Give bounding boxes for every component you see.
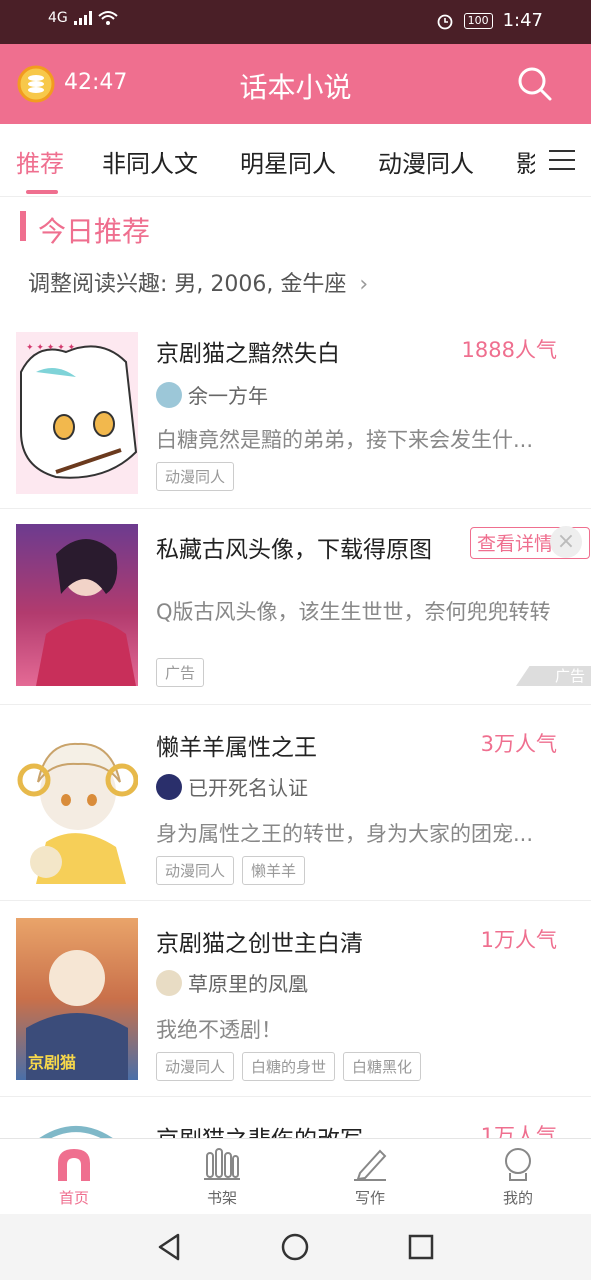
book-tag[interactable]: 动漫同人 bbox=[156, 856, 235, 885]
clock: 1:47 bbox=[502, 10, 543, 31]
alarm-icon bbox=[437, 14, 452, 29]
home-icon bbox=[58, 1149, 90, 1181]
book-tag[interactable]: 白糖黑化 bbox=[343, 1052, 422, 1081]
book-popularity: 3万人气 bbox=[480, 732, 557, 756]
category-tabs: 推荐 非同人文 明星同人 动漫同人 影视同人 bbox=[0, 124, 591, 197]
bookshelf-icon bbox=[204, 1148, 240, 1180]
nav-bookshelf-label: 书架 bbox=[206, 1189, 237, 1207]
interest-text: 调整阅读兴趣: 男, 2006, 金牛座 bbox=[28, 272, 347, 297]
book-author: 草原里的凤凰 bbox=[156, 968, 308, 997]
book-description: 白糖竟然是黯的弟弟，接下来会发生什... bbox=[156, 428, 534, 452]
book-tag[interactable]: 懒羊羊 bbox=[242, 856, 306, 885]
svg-text:京剧猫: 京剧猫 bbox=[28, 1053, 76, 1072]
signal-indicator: 4G bbox=[48, 10, 118, 26]
ad-description: Q版古风头像，该生生世世，奈何兜兜转转 bbox=[156, 600, 551, 624]
interest-settings-link[interactable]: 调整阅读兴趣: 男, 2006, 金牛座 › bbox=[28, 266, 368, 298]
author-name: 已开死名认证 bbox=[188, 776, 308, 800]
book-description: 身为属性之王的转世，身为大家的团宠... bbox=[156, 822, 534, 846]
ad-tags: 广告 bbox=[156, 658, 205, 687]
nav-bookshelf[interactable]: 书架 bbox=[182, 1147, 262, 1208]
menu-icon bbox=[549, 150, 575, 170]
author-name: 余一方年 bbox=[188, 384, 268, 408]
tab-celebrity[interactable]: 明星同人 bbox=[240, 144, 336, 179]
recents-icon[interactable] bbox=[408, 1234, 434, 1260]
book-cover bbox=[16, 722, 138, 884]
tab-non-fanfic[interactable]: 非同人文 bbox=[102, 144, 198, 179]
book-tag[interactable]: 白糖的身世 bbox=[242, 1052, 336, 1081]
book-cover: ✦ ✦ ✦ ✦ ✦ bbox=[16, 332, 138, 494]
app-title: 话本小说 bbox=[239, 71, 352, 104]
book-tags: 动漫同人 bbox=[156, 462, 235, 491]
book-title: 懒羊羊属性之王 bbox=[156, 735, 317, 761]
svg-text:✦ ✦ ✦ ✦ ✦: ✦ ✦ ✦ ✦ ✦ bbox=[26, 343, 76, 353]
book-title: 京剧猫之黯然失白 bbox=[156, 341, 340, 367]
bottom-nav: 首页 书架 写作 我的 bbox=[0, 1138, 591, 1215]
nav-profile-label: 我的 bbox=[502, 1189, 533, 1207]
book-item[interactable]: 懒羊羊属性之王 3万人气 已开死名认证 身为属性之王的转世，身为大家的团宠...… bbox=[0, 704, 591, 901]
pen-icon bbox=[354, 1149, 387, 1181]
book-tag[interactable]: 动漫同人 bbox=[156, 462, 235, 491]
section-title: 今日推荐 bbox=[38, 215, 151, 248]
book-cover: 京剧猫 bbox=[16, 918, 138, 1080]
signal-icon bbox=[73, 11, 92, 25]
chevron-right-icon: › bbox=[359, 272, 369, 297]
book-tag[interactable]: 动漫同人 bbox=[156, 1052, 235, 1081]
book-title: 京剧猫之创世主白清 bbox=[156, 931, 363, 957]
network-label: 4G bbox=[48, 10, 68, 26]
profile-icon bbox=[505, 1148, 531, 1181]
tab-anime[interactable]: 动漫同人 bbox=[378, 144, 474, 179]
status-bar: 4G 100 1:47 bbox=[0, 0, 591, 44]
book-author: 已开死名认证 bbox=[156, 772, 308, 801]
ad-title: 私藏古风头像，下载得原图 bbox=[156, 537, 432, 563]
book-popularity: 1888人气 bbox=[461, 338, 557, 362]
author-avatar bbox=[156, 381, 182, 408]
book-tags: 动漫同人 懒羊羊 bbox=[156, 856, 306, 885]
active-tab-indicator bbox=[26, 190, 58, 194]
tab-recommend[interactable]: 推荐 bbox=[16, 144, 64, 179]
nav-home[interactable]: 首页 bbox=[34, 1147, 114, 1208]
app-header: 42:47 话本小说 bbox=[0, 44, 591, 124]
book-popularity: 1万人气 bbox=[480, 928, 557, 952]
book-item[interactable]: ✦ ✦ ✦ ✦ ✦ 京剧猫之黯然失白 1888人气 余一方年 白糖竟然是黯的弟弟… bbox=[0, 312, 591, 509]
section-marker bbox=[20, 211, 26, 241]
search-icon[interactable] bbox=[515, 64, 555, 104]
book-description: 我绝不透剧！ bbox=[156, 1018, 282, 1042]
author-avatar bbox=[156, 773, 182, 800]
book-tags: 动漫同人 白糖的身世 白糖黑化 bbox=[156, 1052, 422, 1081]
author-name: 草原里的凤凰 bbox=[188, 972, 308, 996]
nav-write-label: 写作 bbox=[354, 1189, 385, 1207]
close-icon[interactable]: × bbox=[550, 526, 582, 558]
ad-image bbox=[16, 524, 138, 686]
author-avatar bbox=[156, 969, 182, 996]
nav-profile[interactable]: 我的 bbox=[478, 1147, 558, 1208]
book-author: 余一方年 bbox=[156, 380, 268, 409]
nav-home-label: 首页 bbox=[58, 1189, 89, 1207]
nav-write[interactable]: 写作 bbox=[330, 1147, 410, 1208]
battery-indicator: 100 bbox=[463, 12, 493, 29]
ad-tag: 广告 bbox=[156, 658, 205, 687]
book-item[interactable]: 京剧猫 京剧猫之创世主白清 1万人气 草原里的凤凰 我绝不透剧！ 动漫同人 白糖… bbox=[0, 900, 591, 1097]
system-nav-bar bbox=[0, 1214, 591, 1280]
wifi-icon bbox=[98, 11, 118, 25]
home-button-icon[interactable] bbox=[281, 1233, 309, 1261]
tab-menu-button[interactable] bbox=[535, 124, 591, 196]
back-icon[interactable] bbox=[156, 1232, 182, 1262]
